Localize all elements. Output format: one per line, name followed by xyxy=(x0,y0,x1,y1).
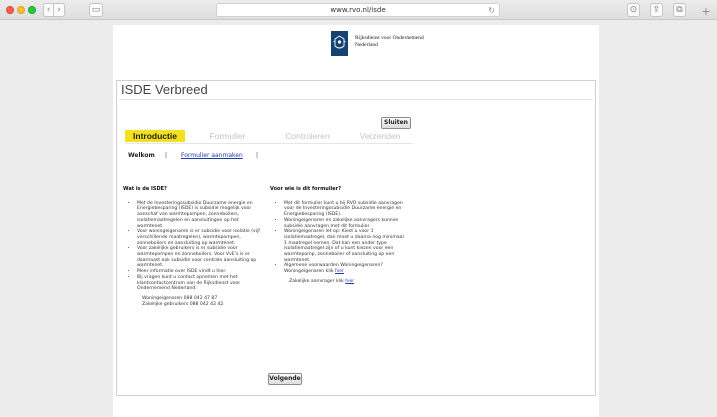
page-title: ISDE Verbreed xyxy=(121,82,208,97)
business-hier-link[interactable]: hier xyxy=(345,279,354,284)
tabs-divider xyxy=(125,143,413,144)
formulier-aanmaken-link[interactable]: Formulier aanmaken xyxy=(181,151,243,161)
section-heading: Voor wie is dit formulier? xyxy=(270,186,342,192)
tab-introductie[interactable]: Introductie xyxy=(125,130,185,142)
tab-overview-icon[interactable]: ⧉ xyxy=(673,3,686,17)
business-applicant-line: Zakelijke aanvrager klik hier xyxy=(270,279,408,285)
subnav-separator: | xyxy=(256,152,259,159)
close-button[interactable]: Sluiten xyxy=(381,117,411,129)
organization-name: Rijksdienst voor Ondernemend Nederland xyxy=(355,35,424,49)
info-column-right: Voor wie is dit formulier? Met dit formu… xyxy=(270,186,408,285)
org-name-line-2: Nederland xyxy=(355,42,378,48)
zoom-window-button[interactable] xyxy=(28,6,36,14)
homeowners-hier-link[interactable]: hier xyxy=(335,269,344,274)
next-button[interactable]: Volgende xyxy=(268,373,302,385)
list-item: Woningeigenaren en zakelijke aanvragers … xyxy=(284,218,408,229)
sidebar-toggle-button[interactable]: ▭ xyxy=(89,3,103,17)
org-name-line-1: Rijksdienst voor Ondernemend xyxy=(355,35,424,41)
reload-icon[interactable]: ↻ xyxy=(488,5,495,16)
list-item: Met de Investeringssubsidie Duurzame ene… xyxy=(137,201,263,230)
tab-verzenden[interactable]: Verzenden xyxy=(350,130,410,142)
coat-of-arms-icon xyxy=(331,31,348,56)
tab-formulier[interactable]: Formulier xyxy=(200,130,255,142)
browser-toolbar: ‹ › ▭ www.rvo.nl/isde ↻ ⊙ ⇪ ⧉ + xyxy=(0,0,717,20)
list-item-text: Algemene voorwaarden Woningeigenaren? Wo… xyxy=(284,263,383,275)
address-bar-url: www.rvo.nl/isde xyxy=(330,6,386,14)
downloads-icon[interactable]: ⊙ xyxy=(627,3,640,17)
address-bar[interactable]: www.rvo.nl/isde ↻ xyxy=(216,3,500,17)
list-item: Voor woningeigenaren is er subsidie voor… xyxy=(137,229,263,246)
subnav-separator: | xyxy=(165,152,168,159)
list-item: Voor zakelijke gebruikers is er subsidie… xyxy=(137,246,263,269)
new-tab-button[interactable]: + xyxy=(700,6,712,18)
back-button[interactable]: ‹ xyxy=(43,3,54,17)
government-logo xyxy=(331,31,348,56)
share-icon[interactable]: ⇪ xyxy=(650,3,663,17)
business-applicant-text: Zakelijke aanvrager klik xyxy=(289,278,344,284)
list-item: Algemene voorwaarden Woningeigenaren? Wo… xyxy=(284,263,408,274)
minimize-window-button[interactable] xyxy=(17,6,25,14)
subnav-welcome: Welkom xyxy=(128,152,155,159)
phone-business: Zakelijke gebruikers 088 042 42 42 xyxy=(142,301,224,307)
tab-controleren[interactable]: Controleren xyxy=(275,130,340,142)
list-item: Met dit formulier kunt u bij RVO subsidi… xyxy=(284,201,408,218)
step-tabs: Introductie Formulier Controleren Verzen… xyxy=(125,130,413,142)
close-window-button[interactable] xyxy=(6,6,14,14)
section-heading: Wat is de ISDE? xyxy=(123,186,167,192)
forward-button[interactable]: › xyxy=(54,3,65,17)
list-item: Bij vragen kunt u contact opnemen met he… xyxy=(137,275,263,292)
list-item: Woningeigenaren let op: Kiest u voor 1 i… xyxy=(284,229,408,263)
title-divider xyxy=(119,99,593,100)
info-column-left: Wat is de ISDE? Met de Investeringssubsi… xyxy=(123,186,263,307)
